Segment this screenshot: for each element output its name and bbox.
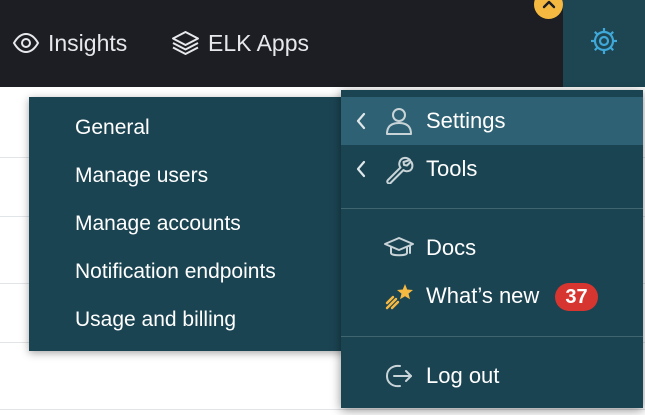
submenu-item-usage-billing[interactable]: Usage and billing: [75, 305, 236, 335]
nav-insights-label: Insights: [48, 29, 128, 56]
update-notification[interactable]: [534, 0, 563, 19]
menu-item-whats-new-label: What’s new: [426, 283, 540, 308]
submenu-item-manage-accounts[interactable]: Manage accounts: [75, 209, 241, 239]
logout-icon: [383, 361, 415, 391]
menu-item-tools[interactable]: Tools: [341, 145, 643, 193]
nav-insights[interactable]: Insights: [12, 26, 127, 60]
nav-elk-apps[interactable]: ELK Apps: [171, 26, 309, 60]
wrench-icon: [383, 154, 415, 185]
menu-item-log-out-label: Log out: [426, 363, 500, 388]
shooting-star-icon: [383, 281, 415, 311]
menu-divider: [341, 336, 643, 337]
menu-item-docs[interactable]: Docs: [341, 224, 643, 272]
submenu-item-manage-users[interactable]: Manage users: [75, 161, 208, 191]
graduation-cap-icon: [383, 233, 415, 263]
chevron-up-icon: [542, 0, 556, 14]
layers-icon: [171, 29, 208, 57]
settings-menu-button[interactable]: [563, 0, 645, 87]
submenu-item-notification-endpoints[interactable]: Notification endpoints: [75, 257, 276, 287]
chevron-left-icon: [355, 159, 367, 185]
whats-new-count-badge: 37: [555, 283, 598, 311]
menu-item-settings-label: Settings: [426, 108, 506, 133]
nav-elk-apps-label: ELK Apps: [208, 29, 310, 56]
gear-icon: [589, 26, 619, 61]
menu-item-settings[interactable]: Settings: [341, 97, 643, 145]
settings-submenu: General Manage users Manage accounts Not…: [29, 97, 347, 351]
submenu-item-general[interactable]: General: [75, 113, 150, 143]
menu-item-docs-label: Docs: [426, 235, 477, 260]
eye-icon: [12, 32, 48, 54]
user-icon: [383, 106, 415, 136]
top-nav-bar: Insights ELK Apps: [0, 0, 645, 87]
menu-divider: [341, 208, 643, 209]
menu-item-log-out[interactable]: Log out: [341, 352, 643, 400]
chevron-left-icon: [355, 111, 367, 137]
menu-item-tools-label: Tools: [426, 156, 478, 181]
settings-dropdown-menu: Settings Tools Docs What’s new Log out: [341, 90, 643, 408]
